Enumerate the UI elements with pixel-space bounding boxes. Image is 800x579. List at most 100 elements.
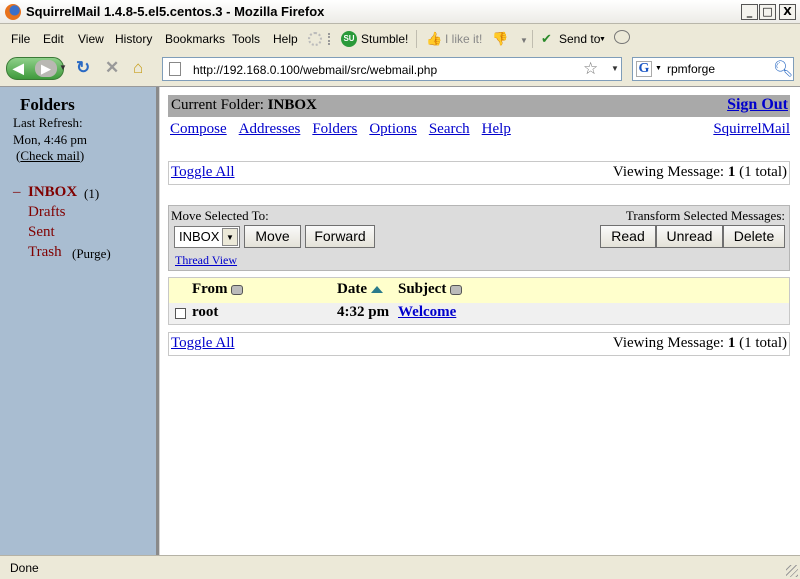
date-header-label: Date (337, 281, 367, 297)
top-links: Compose Addresses Folders Options Search Help (170, 121, 523, 138)
menu-history[interactable]: History (115, 32, 152, 46)
chevron-down-icon[interactable]: ▼ (222, 228, 238, 246)
check-mail-link[interactable]: Check mail (20, 148, 80, 163)
stop-icon[interactable]: ✕ (105, 59, 119, 76)
from-column-header[interactable]: From (192, 281, 244, 298)
delete-button[interactable]: Delete (723, 225, 785, 248)
menu-tools[interactable]: Tools (232, 32, 260, 46)
url-text[interactable]: http://192.168.0.100/webmail/src/webmail… (193, 63, 437, 77)
viewing-number: 1 (727, 335, 736, 351)
viewing-total: (1 total) (739, 335, 787, 351)
search-link[interactable]: Search (429, 121, 470, 137)
resize-grip-icon[interactable] (786, 565, 798, 577)
firefox-icon (5, 4, 21, 20)
menu-file[interactable]: File (11, 32, 30, 46)
toolbar-separator (416, 30, 417, 48)
menu-bar: File Edit View History Bookmarks Tools H… (0, 27, 800, 51)
home-icon[interactable]: ⌂ (133, 59, 143, 76)
message-list-header: From Date Subject (169, 278, 789, 303)
toolbar-separator (532, 30, 533, 48)
viewing-total: (1 total) (739, 164, 787, 180)
engine-dropdown-icon[interactable]: ▼ (655, 65, 662, 72)
menu-bookmarks[interactable]: Bookmarks (165, 32, 225, 46)
options-link[interactable]: Options (369, 121, 417, 137)
subject-header-label: Subject (398, 281, 447, 297)
forward-icon[interactable]: ▶ (35, 60, 57, 77)
window-title: SquirrelMail 1.4.8-5.el5.centos.3 - Mozi… (26, 4, 325, 19)
address-bar[interactable]: http://192.168.0.100/webmail/src/webmail… (162, 57, 622, 81)
folder-trash[interactable]: Trash (28, 244, 62, 261)
read-button[interactable]: Read (600, 225, 656, 248)
message-date: 4:32 pm (337, 304, 390, 320)
purge-link[interactable]: (Purge) (72, 246, 111, 262)
forward-button[interactable]: Forward (305, 225, 375, 248)
close-button[interactable]: X (779, 4, 796, 20)
menu-view[interactable]: View (78, 32, 104, 46)
stumble-button[interactable]: Stumble! (361, 32, 408, 46)
search-icon[interactable]: 🔍︎ (773, 59, 793, 79)
help-link[interactable]: Help (482, 121, 511, 137)
move-folder-value: INBOX (179, 229, 220, 244)
title-bar: SquirrelMail 1.4.8-5.el5.centos.3 - Mozi… (0, 0, 800, 24)
check-mail-wrapper: (Check mail) (16, 148, 85, 163)
thumbs-up-icon[interactable]: 👍 (426, 31, 442, 47)
toggle-all-link[interactable]: Toggle All (171, 164, 235, 181)
table-row: root 4:32 pm Welcome (169, 303, 789, 324)
navigation-bar: ◀ ▶ ▼ ↻ ✕ ⌂ http://192.168.0.100/webmail… (0, 54, 800, 84)
status-bar: Done (0, 555, 800, 579)
page-icon (169, 62, 181, 76)
send-to-button[interactable]: Send to (559, 32, 600, 46)
viewing-status: Viewing Message: 1 (1 total) (613, 335, 787, 352)
message-checkbox[interactable] (175, 308, 186, 319)
search-bar[interactable]: G ▼ 🔍︎ (632, 57, 794, 81)
browser-content: Folders Last Refresh: Mon, 4:46 pm (Chec… (0, 86, 800, 556)
date-column-header[interactable]: Date (337, 281, 383, 298)
menu-edit[interactable]: Edit (43, 32, 64, 46)
google-engine-icon[interactable]: G (636, 61, 652, 77)
message-pane: Current Folder: INBOX Sign Out Compose Ad… (160, 87, 800, 556)
thumbs-down-icon[interactable]: 👎 (492, 31, 508, 47)
sign-out-link[interactable]: Sign Out (727, 96, 788, 114)
message-list: From Date Subject root 4:32 pm Welcome (168, 277, 790, 325)
message-actions: Move Selected To: Transform Selected Mes… (168, 205, 790, 271)
last-refresh-time: Mon, 4:46 pm (13, 132, 88, 147)
top-toggle-bar: Toggle All Viewing Message: 1 (1 total) (168, 161, 790, 185)
move-label: Move Selected To: (171, 208, 269, 223)
url-dropdown-icon[interactable]: ▼ (611, 64, 619, 73)
message-subject-link[interactable]: Welcome (398, 304, 456, 321)
like-dropdown-icon[interactable]: ▼ (520, 36, 528, 45)
toggle-all-link[interactable]: Toggle All (171, 335, 235, 352)
compose-link[interactable]: Compose (170, 121, 227, 137)
like-button[interactable]: I like it! (445, 32, 482, 46)
bookmark-star-icon[interactable]: ☆ (583, 59, 598, 79)
folder-pane: Folders Last Refresh: Mon, 4:46 pm (Chec… (0, 87, 156, 556)
toolbar-grip-icon (328, 33, 332, 45)
menu-help[interactable]: Help (273, 32, 298, 46)
sort-icon[interactable] (231, 284, 244, 295)
send-to-dropdown-icon[interactable]: ▼ (599, 36, 606, 43)
minimize-button[interactable]: _ (741, 4, 758, 20)
back-icon[interactable]: ◀ (13, 60, 24, 77)
sort-icon[interactable] (450, 284, 463, 295)
reload-icon[interactable]: ↻ (76, 59, 90, 76)
stumbleupon-icon[interactable]: SU (341, 31, 357, 47)
folders-link[interactable]: Folders (312, 121, 357, 137)
squirrelmail-link[interactable]: SquirrelMail (713, 121, 790, 138)
transform-label: Transform Selected Messages: (625, 208, 785, 223)
folder-inbox[interactable]: INBOX (28, 184, 77, 201)
inbox-collapse-icon[interactable]: – (13, 184, 21, 201)
folder-sent[interactable]: Sent (28, 224, 55, 241)
send-to-icon[interactable]: ✔ (541, 31, 552, 47)
subject-column-header[interactable]: Subject (398, 281, 463, 298)
search-input[interactable] (667, 61, 771, 77)
move-folder-select[interactable]: INBOX ▼ (174, 226, 240, 248)
sort-ascending-icon[interactable] (370, 286, 383, 294)
history-dropdown-icon[interactable]: ▼ (59, 63, 67, 72)
unread-button[interactable]: Unread (656, 225, 723, 248)
thread-view-link[interactable]: Thread View (175, 253, 237, 268)
move-button[interactable]: Move (244, 225, 301, 248)
comment-icon[interactable] (614, 30, 630, 44)
folder-drafts[interactable]: Drafts (28, 204, 66, 221)
addresses-link[interactable]: Addresses (239, 121, 301, 137)
maximize-button[interactable]: □ (759, 4, 776, 20)
